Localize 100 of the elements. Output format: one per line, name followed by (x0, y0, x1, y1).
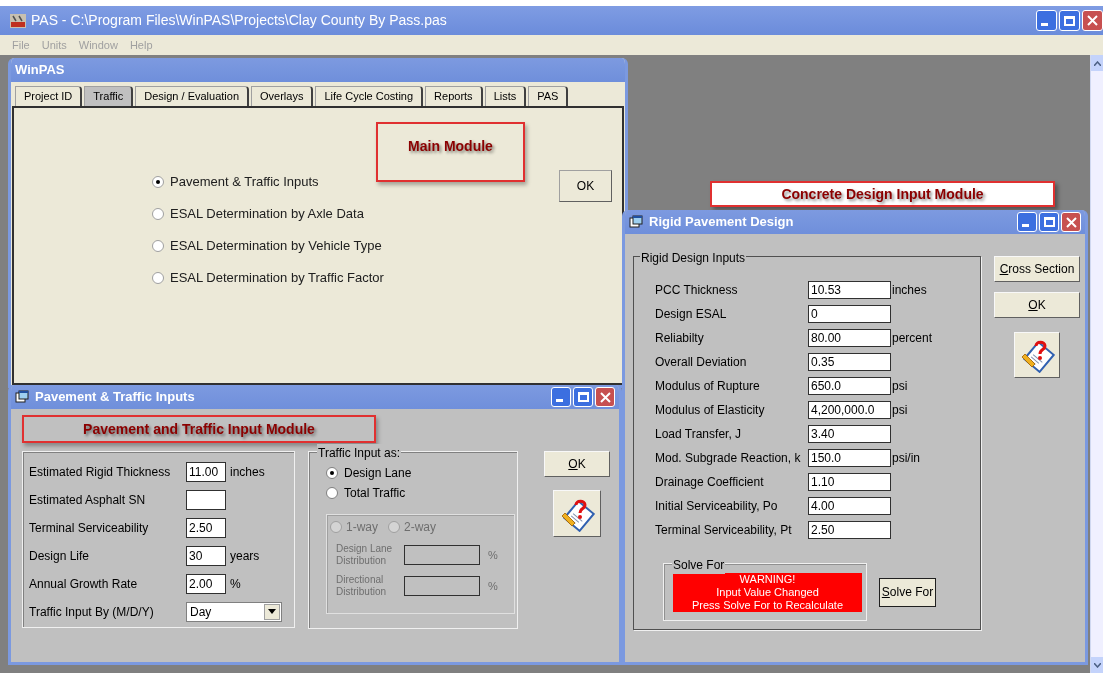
input-field[interactable]: 80.00 (808, 329, 891, 347)
field-label: Overall Deviation (655, 354, 748, 371)
ok-button[interactable]: OK (544, 451, 610, 477)
radio-label[interactable]: ESAL Determination by Vehicle Type (170, 235, 382, 256)
minimize-button[interactable] (551, 387, 571, 407)
tab[interactable]: Project ID (15, 86, 83, 106)
field-label: Terminal Serviceability (29, 519, 150, 537)
vertical-scrollbar[interactable] (1090, 55, 1103, 673)
field-label: Initial Serviceability, Po (655, 498, 779, 515)
input-field[interactable]: 3.40 (808, 425, 891, 443)
input-field[interactable] (186, 489, 226, 510)
unit-label: psi (892, 378, 908, 395)
scroll-up-button[interactable] (1091, 55, 1103, 71)
radio-label[interactable]: Design Lane (344, 464, 412, 482)
annotation-label: Main Module (408, 137, 493, 156)
radio-label[interactable]: Total Traffic (344, 484, 406, 502)
tab[interactable]: Lists (484, 86, 527, 106)
dropdown-value: Day (190, 603, 213, 621)
radio-label[interactable]: ESAL Determination by Axle Data (170, 203, 364, 224)
window-title: Rigid Pavement Design (649, 213, 794, 232)
close-icon (1087, 15, 1098, 26)
input-field[interactable]: 2.50 (186, 517, 226, 538)
caret-down-icon (1093, 662, 1101, 668)
warning-text: Input Value Changed (716, 586, 819, 599)
tab[interactable]: Life Cycle Costing (315, 86, 424, 106)
app-logo-icon (10, 13, 26, 28)
field-label: Design ESAL (655, 306, 728, 323)
annotation-label: Pavement and Traffic Input Module (83, 419, 315, 439)
minimize-button[interactable] (1036, 10, 1057, 31)
tab[interactable]: Overlays (251, 86, 314, 106)
window-icon (15, 390, 29, 404)
radio-button[interactable] (326, 487, 338, 499)
tab[interactable]: Reports (425, 86, 483, 106)
input-field[interactable]: 650.0 (808, 377, 891, 395)
radio-button[interactable] (152, 271, 164, 284)
help-button[interactable] (1014, 332, 1060, 378)
tab[interactable]: PAS (528, 86, 569, 106)
input-field[interactable]: 150.0 (808, 449, 891, 467)
field-label: PCC Thickness (655, 282, 739, 299)
radio-label[interactable]: Pavement & Traffic Inputs (170, 171, 319, 192)
radio-button[interactable] (152, 207, 164, 220)
dialog-button[interactable]: OK (994, 292, 1080, 318)
input-field[interactable]: 10.53 (808, 281, 891, 299)
unit-label: years (230, 547, 260, 565)
close-button[interactable] (1061, 212, 1081, 232)
maximize-button[interactable] (573, 387, 593, 407)
solve-for-button[interactable]: Solve For (879, 577, 936, 607)
maximize-button[interactable] (1039, 212, 1059, 232)
close-icon (1065, 216, 1077, 228)
field-label: Terminal Serviceability, Pt (655, 522, 793, 539)
unit-label: inches (230, 463, 265, 481)
caret-up-icon (1093, 60, 1101, 66)
field-label: Mod. Subgrade Reaction, k (655, 450, 802, 467)
input-field[interactable]: 1.10 (808, 473, 891, 491)
input-field[interactable]: 2.00 (186, 573, 226, 594)
help-button[interactable] (553, 490, 601, 537)
app-title: PAS - C:\Program Files\WinPAS\Projects\Clay County By Pass.pas (31, 11, 447, 30)
field-label: Estimated Rigid Thickness (29, 463, 172, 481)
unit-label: psi/in (892, 450, 920, 467)
warning-text: Press Solve For to Recalculate (692, 599, 843, 612)
minimize-button[interactable] (1017, 212, 1037, 232)
unit-label: psi (892, 402, 908, 419)
radio-button[interactable] (152, 239, 164, 252)
field-label: Estimated Asphalt SN (29, 491, 147, 509)
close-button[interactable] (595, 387, 615, 407)
input-field[interactable]: 0 (808, 305, 891, 323)
field-label: Modulus of Rupture (655, 378, 761, 395)
input-field[interactable]: 11.00 (186, 461, 226, 482)
input-field[interactable]: 4.00 (808, 497, 891, 515)
dialog-button[interactable]: Cross Section (994, 256, 1080, 282)
field-label: Load Transfer, J (655, 426, 743, 443)
tab[interactable]: Traffic (84, 86, 134, 106)
field-label: Design Life (29, 547, 91, 565)
input-field[interactable]: 4,200,000.0 (808, 401, 891, 419)
field-label: Modulus of Elasticity (655, 402, 766, 419)
input-field[interactable]: 2.50 (808, 521, 891, 539)
field-label: Design Lane Distribution (336, 543, 394, 567)
field-label: Directional Distribution (336, 574, 388, 598)
tab[interactable]: Design / Evaluation (135, 86, 250, 106)
close-icon (599, 391, 611, 403)
warning-text: WARNING! (739, 573, 796, 586)
maximize-button[interactable] (1059, 10, 1080, 31)
unit-label: inches (892, 282, 927, 299)
field-label: Drainage Coefficient (655, 474, 765, 491)
close-button[interactable] (1082, 10, 1103, 31)
dropdown[interactable]: Day (186, 601, 282, 622)
field-label: Traffic Input By (M/D/Y) (29, 603, 155, 621)
scroll-down-button[interactable] (1091, 657, 1103, 673)
window-title: Pavement & Traffic Inputs (35, 388, 195, 407)
input-field[interactable]: 0.35 (808, 353, 891, 371)
unit-label: % (488, 547, 498, 563)
unit-label: percent (892, 330, 933, 347)
radio-button[interactable] (326, 467, 338, 479)
input-field[interactable]: 30 (186, 545, 226, 566)
ok-button[interactable]: OK (559, 170, 612, 202)
unit-label: % (230, 575, 241, 593)
annotation-label: Concrete Design Input Module (781, 184, 984, 204)
radio-label[interactable]: ESAL Determination by Traffic Factor (170, 267, 384, 288)
window-icon (629, 215, 643, 229)
radio-button[interactable] (152, 175, 164, 188)
